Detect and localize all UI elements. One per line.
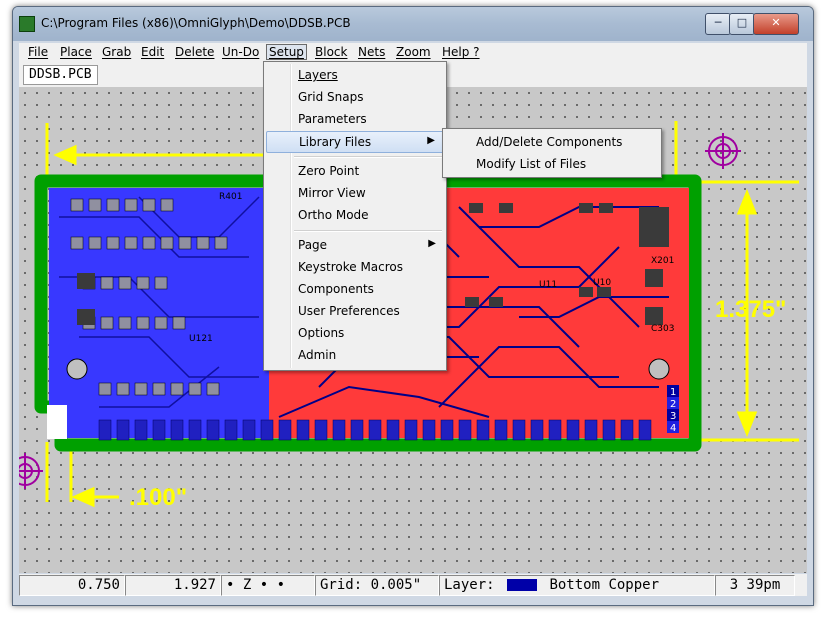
menu-separator	[294, 156, 442, 158]
dimension-arrow	[736, 188, 758, 215]
menu-item-options[interactable]: Options	[266, 323, 444, 343]
menu-item-keystroke-macros[interactable]: Keystroke Macros	[266, 257, 444, 277]
menu-grab[interactable]: Grab	[102, 45, 131, 59]
layer-badge: 3	[670, 411, 676, 422]
target-icon	[705, 133, 741, 169]
layer-color-swatch	[507, 579, 538, 591]
menu-item-grid-snaps[interactable]: Grid Snaps	[266, 87, 444, 107]
menu-item-components[interactable]: Components	[266, 279, 444, 299]
title-bar[interactable]: C:\Program Files (x86)\OmniGlyph\Demo\DD…	[13, 7, 813, 41]
menu-item-layers[interactable]: Layers	[266, 65, 444, 85]
menu-item-modify-list-of-files[interactable]: Modify List of Files	[445, 154, 659, 174]
document-tab[interactable]: DDSB.PCB	[23, 65, 98, 85]
component-label: X201	[651, 256, 674, 266]
layer-badge: 1	[670, 387, 676, 398]
mounting-hole	[66, 358, 88, 380]
menu-item-zero-point[interactable]: Zero Point	[266, 161, 444, 181]
layer-name: Bottom Copper	[549, 577, 660, 593]
maximize-button[interactable]: □	[729, 13, 755, 35]
target-icon	[19, 453, 43, 489]
board-notch	[47, 405, 67, 439]
x-coordinate: 0.750	[19, 575, 125, 596]
layer-label: Layer:	[444, 577, 495, 593]
menu-bar: File Place Grab Edit Delete Un-Do Setup …	[19, 43, 807, 63]
menu-item-ortho-mode[interactable]: Ortho Mode	[266, 205, 444, 225]
menu-item-admin[interactable]: Admin	[266, 345, 444, 365]
menu-help[interactable]: Help ?	[442, 45, 480, 59]
submenu-arrow-icon: ▶	[428, 238, 436, 249]
dimension-offset-label: .100"	[129, 484, 187, 511]
submenu-arrow-icon: ▶	[427, 135, 435, 146]
menu-delete[interactable]: Delete	[175, 45, 214, 59]
status-bar: 0.750 1.927 • Z • • Grid: 0.005" Layer: …	[19, 574, 807, 596]
menu-item-parameters[interactable]: Parameters	[266, 109, 444, 129]
mode-indicator: • Z • •	[221, 575, 315, 596]
component-label: U121	[189, 334, 213, 344]
component-label: R401	[219, 192, 242, 202]
grid-indicator: Grid: 0.005"	[315, 575, 439, 596]
mounting-hole	[648, 358, 670, 380]
clock: 3 39pm	[715, 575, 795, 596]
menu-undo[interactable]: Un-Do	[222, 45, 259, 59]
menu-separator	[294, 230, 442, 232]
window-title: C:\Program Files (x86)\OmniGlyph\Demo\DD…	[41, 16, 351, 30]
app-icon	[19, 16, 35, 32]
menu-zoom[interactable]: Zoom	[396, 45, 431, 59]
menu-file[interactable]: File	[28, 45, 48, 59]
close-button[interactable]: ✕	[753, 13, 799, 35]
menu-item-mirror-view[interactable]: Mirror View	[266, 183, 444, 203]
menu-item-user-preferences[interactable]: User Preferences	[266, 301, 444, 321]
menu-edit[interactable]: Edit	[141, 45, 164, 59]
layer-badge: 4	[670, 423, 676, 434]
dimension-arrow	[736, 411, 758, 438]
menu-setup[interactable]: Setup	[266, 44, 307, 60]
dimension-arrow	[53, 144, 77, 166]
menu-item-add-delete-components[interactable]: Add/Delete Components	[445, 132, 659, 152]
layer-indicator: Layer: Bottom Copper	[439, 575, 715, 596]
component-label: C303	[651, 324, 674, 334]
component-label: U10	[593, 278, 611, 288]
layer-badge: 2	[670, 399, 676, 410]
component-label: U11	[539, 280, 557, 290]
setup-menu: Layers Grid Snaps Parameters Library Fil…	[263, 61, 447, 371]
minimize-button[interactable]: ─	[705, 13, 731, 35]
edge-connector	[98, 419, 652, 441]
menu-item-library-files[interactable]: Library Files ▶	[266, 131, 444, 153]
y-coordinate: 1.927	[125, 575, 221, 596]
dimension-height-label: 1.375"	[715, 296, 786, 323]
menu-block[interactable]: Block	[315, 45, 347, 59]
dimension-arrow	[71, 486, 95, 508]
library-files-submenu: Add/Delete Components Modify List of Fil…	[442, 128, 662, 178]
menu-place[interactable]: Place	[60, 45, 92, 59]
menu-item-page[interactable]: Page ▶	[266, 235, 444, 255]
menu-nets[interactable]: Nets	[358, 45, 385, 59]
